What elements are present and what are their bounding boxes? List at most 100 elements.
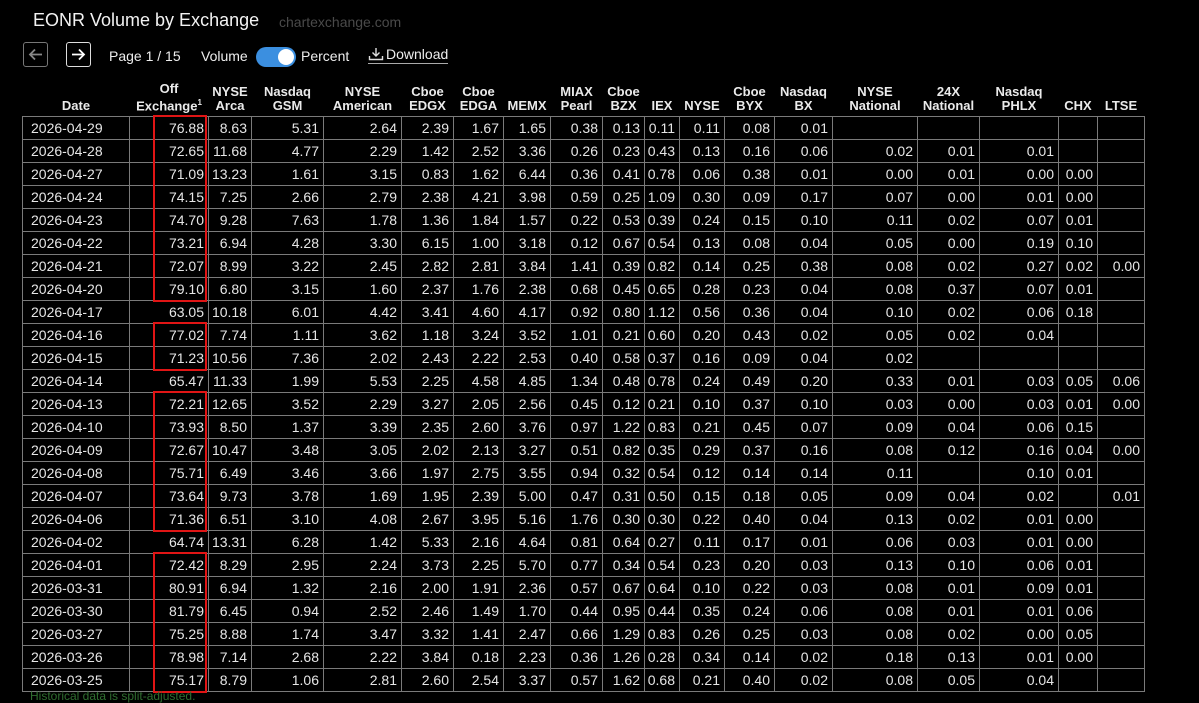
value-cell: 0.02 bbox=[979, 484, 1059, 509]
value-cell: 4.77 bbox=[251, 139, 324, 164]
value-cell: 0.78 bbox=[644, 369, 680, 394]
volume-percent-toggle[interactable] bbox=[256, 47, 296, 67]
download-label: Download bbox=[386, 46, 449, 62]
table-row: 2026-04-14 65.47 11.33 1.99 5.53 2.25 4.58 4.85… bbox=[22, 369, 1145, 394]
value-cell: 0.00 bbox=[979, 622, 1059, 647]
value-cell: 0.06 bbox=[774, 139, 833, 164]
value-cell: 0.59 bbox=[550, 185, 603, 210]
date-cell: 2026-04-20 bbox=[22, 277, 130, 302]
column-header-line1: NYSE bbox=[857, 84, 893, 100]
value-cell: 3.84 bbox=[503, 254, 551, 279]
value-cell bbox=[1097, 139, 1145, 164]
value-cell: 8.63 bbox=[208, 116, 252, 141]
date-cell: 2026-04-16 bbox=[22, 323, 130, 348]
value-cell: 1.26 bbox=[602, 645, 645, 670]
value-cell: 1.12 bbox=[644, 300, 680, 325]
value-cell: 0.09 bbox=[832, 415, 918, 440]
value-cell: 3.73 bbox=[401, 553, 454, 578]
column-header[interactable]: IEX bbox=[645, 82, 680, 117]
value-cell: 1.60 bbox=[323, 277, 402, 302]
table-row: 2026-04-20 79.10 6.80 3.15 1.60 2.37 1.76 2.38 0… bbox=[22, 277, 1145, 302]
value-cell: 2.45 bbox=[323, 254, 402, 279]
column-header[interactable]: Cboe EDGX bbox=[402, 82, 454, 117]
value-cell: 0.83 bbox=[644, 415, 680, 440]
value-cell bbox=[1097, 162, 1145, 187]
value-cell: 0.24 bbox=[724, 599, 775, 624]
value-cell: 2.24 bbox=[323, 553, 402, 578]
column-header[interactable]: Cboe BZX bbox=[603, 82, 645, 117]
value-cell: 2.38 bbox=[401, 185, 454, 210]
date-cell: 2026-04-01 bbox=[22, 553, 130, 578]
column-header[interactable]: Date bbox=[23, 82, 130, 117]
value-cell: 0.08 bbox=[832, 576, 918, 601]
value-cell: 3.78 bbox=[251, 484, 324, 509]
column-header[interactable]: MIAX Pearl bbox=[551, 82, 603, 117]
value-cell: 0.80 bbox=[602, 300, 645, 325]
column-header[interactable]: Nasdaq GSM bbox=[252, 82, 324, 117]
column-header-line2: Date bbox=[61, 98, 91, 114]
column-header[interactable]: Cboe EDGA bbox=[454, 82, 504, 117]
value-cell: 1.00 bbox=[453, 231, 504, 256]
date-cell: 2026-04-14 bbox=[22, 369, 130, 394]
column-header[interactable]: NYSE bbox=[680, 82, 725, 117]
value-cell: 0.12 bbox=[917, 438, 980, 463]
column-header-line2: CHX bbox=[1064, 98, 1092, 114]
value-cell: 0.07 bbox=[832, 185, 918, 210]
value-cell: 0.66 bbox=[550, 622, 603, 647]
value-cell: 0.12 bbox=[679, 461, 725, 486]
value-cell: 3.32 bbox=[401, 622, 454, 647]
value-cell: 3.05 bbox=[323, 438, 402, 463]
value-cell: 0.09 bbox=[979, 576, 1059, 601]
column-header[interactable]: Nasdaq PHLX bbox=[980, 82, 1059, 117]
column-header[interactable]: 24X National bbox=[918, 82, 980, 117]
column-header-line1: NYSE bbox=[344, 84, 381, 100]
column-header-line2: MEMX bbox=[507, 98, 547, 114]
volume-label: Volume bbox=[201, 48, 248, 64]
value-cell: 0.10 bbox=[774, 392, 833, 417]
value-cell: 1.41 bbox=[550, 254, 603, 279]
value-cell: 2.68 bbox=[251, 645, 324, 670]
value-cell: 0.20 bbox=[724, 553, 775, 578]
value-cell: 0.03 bbox=[917, 530, 980, 555]
value-cell: 0.01 bbox=[1058, 392, 1098, 417]
column-header[interactable]: NYSE Arca bbox=[209, 82, 252, 117]
column-header[interactable]: Cboe BYX bbox=[725, 82, 775, 117]
value-cell: 1.57 bbox=[503, 208, 551, 233]
value-cell: 3.10 bbox=[251, 507, 324, 532]
value-cell: 0.22 bbox=[550, 208, 603, 233]
value-cell: 6.45 bbox=[208, 599, 252, 624]
value-cell bbox=[1097, 507, 1145, 532]
value-cell: 3.55 bbox=[503, 461, 551, 486]
next-page-button[interactable] bbox=[66, 42, 91, 67]
column-header[interactable]: Off Exchange1 bbox=[130, 82, 209, 117]
value-cell: 0.07 bbox=[979, 208, 1059, 233]
column-header[interactable]: Nasdaq BX bbox=[775, 82, 833, 117]
column-header[interactable]: NYSE National bbox=[833, 82, 918, 117]
value-cell: 0.06 bbox=[979, 415, 1059, 440]
value-cell: 12.65 bbox=[208, 392, 252, 417]
column-header[interactable]: MEMX bbox=[504, 82, 551, 117]
value-cell: 0.38 bbox=[724, 162, 775, 187]
value-cell: 0.21 bbox=[644, 392, 680, 417]
value-cell: 0.82 bbox=[644, 254, 680, 279]
prev-page-button[interactable] bbox=[23, 42, 48, 67]
value-cell: 1.41 bbox=[453, 622, 504, 647]
value-cell: 0.06 bbox=[774, 599, 833, 624]
column-header-line1: 24X bbox=[936, 84, 961, 100]
footnote: Historical data is split-adjusted. bbox=[30, 689, 196, 703]
value-cell: 0.04 bbox=[1058, 438, 1098, 463]
value-cell: 0.04 bbox=[774, 300, 833, 325]
value-cell: 1.01 bbox=[550, 323, 603, 348]
value-cell: 0.32 bbox=[602, 461, 645, 486]
value-cell: 9.73 bbox=[208, 484, 252, 509]
column-header[interactable]: NYSE American bbox=[324, 82, 402, 117]
value-cell: 0.01 bbox=[1058, 461, 1098, 486]
value-cell: 8.79 bbox=[208, 668, 252, 693]
value-cell bbox=[1097, 277, 1145, 302]
value-cell: 2.56 bbox=[503, 392, 551, 417]
value-cell: 1.99 bbox=[251, 369, 324, 394]
column-header[interactable]: CHX bbox=[1059, 82, 1098, 117]
value-cell: 2.46 bbox=[401, 599, 454, 624]
column-header[interactable]: LTSE bbox=[1098, 82, 1145, 117]
download-button[interactable]: Download bbox=[368, 46, 449, 64]
